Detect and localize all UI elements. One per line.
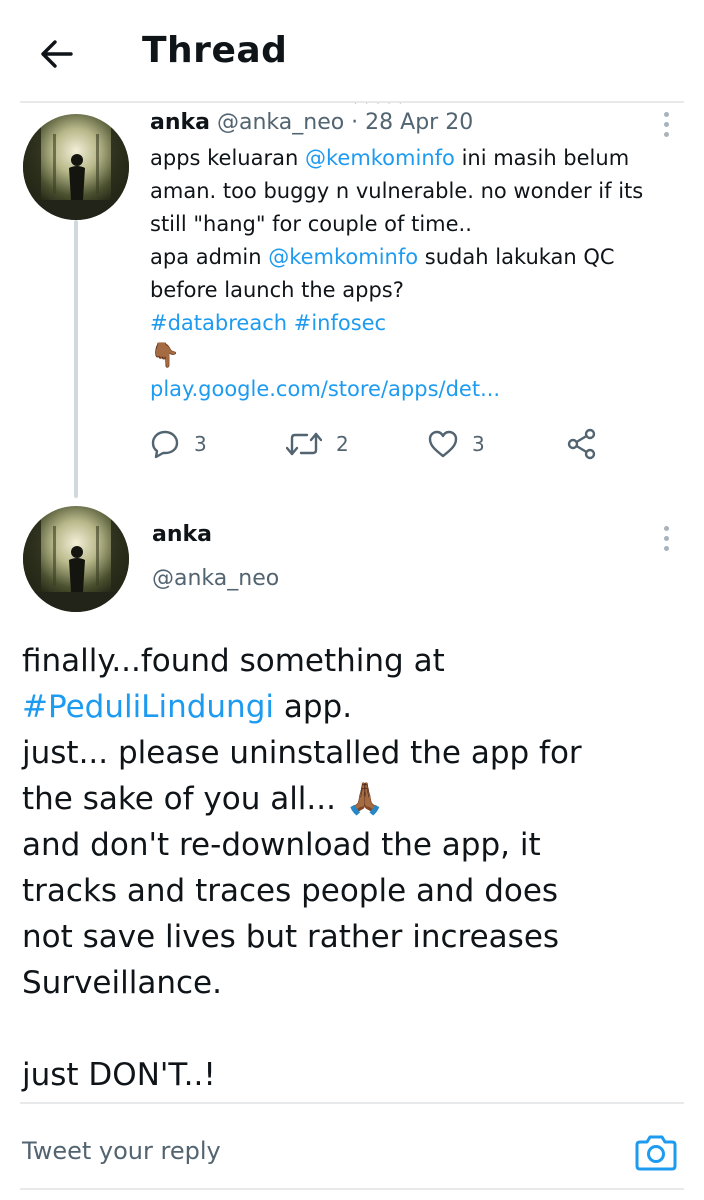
more-options-button[interactable] xyxy=(651,104,681,144)
tweet-text-segment: apa admin xyxy=(150,245,269,269)
tweet-line: aman. too buggy n vulnerable. no wonder … xyxy=(150,175,670,208)
like-button[interactable]: 3 xyxy=(428,422,485,466)
tweet-text-segment: ini masih belum xyxy=(454,146,630,170)
author-handle[interactable]: @anka_neo xyxy=(152,566,279,591)
tweet-text-segment: before launch the apps? xyxy=(150,278,404,302)
heart-icon xyxy=(428,430,458,458)
arrow-left-icon xyxy=(41,40,73,68)
camera-button[interactable] xyxy=(632,1128,680,1176)
retweet-button[interactable]: 2 xyxy=(286,422,349,466)
tweet-text-segment: still "hang" for couple of time.. xyxy=(150,212,472,236)
tweet-line: apps keluaran @kemkominfo ini masih belu… xyxy=(150,142,670,175)
more-options-button[interactable] xyxy=(651,518,681,558)
pointing-down-emoji: 👇🏾 xyxy=(150,341,180,369)
tweet-line: before launch the apps? xyxy=(150,274,670,307)
tweet-text-segment: finally...found something at xyxy=(22,643,445,679)
tweet-line: just DON'T..! xyxy=(22,1052,692,1098)
back-button[interactable] xyxy=(36,34,76,74)
tweet-text-segment: and don't re-download the app, it xyxy=(22,827,541,863)
top-bar: Thread xyxy=(0,0,704,104)
tweet-text-segment: app. xyxy=(273,689,353,725)
mention-link[interactable]: @kemkominfo xyxy=(268,245,418,269)
avatar[interactable] xyxy=(23,506,129,612)
tweet-text-segment: aman. too buggy n vulnerable. no wonder … xyxy=(150,179,644,203)
share-button[interactable] xyxy=(566,422,598,466)
tweet-line: and don't re-download the app, it xyxy=(22,822,692,868)
tweet-line: finally...found something at xyxy=(22,638,692,684)
tweet-line: #PeduliLindungi app. xyxy=(22,684,692,730)
more-dots-icon xyxy=(663,111,669,117)
tweet-text-main: finally...found something at #PeduliLindu… xyxy=(22,638,692,1098)
scroll-hint-dots: ····· xyxy=(354,99,410,110)
reply-icon xyxy=(151,430,179,459)
tweet-line: #databreach #infosec xyxy=(150,307,670,340)
tweet-text-segment: Surveillance. xyxy=(22,965,222,1001)
url-link[interactable]: play.google.com/store/apps/det... xyxy=(150,377,500,401)
author-name[interactable]: anka xyxy=(150,110,210,135)
reply-input[interactable]: Tweet your reply xyxy=(22,1124,582,1178)
meta-separator: · xyxy=(344,110,366,135)
camera-icon xyxy=(635,1135,677,1171)
tweet-line: Surveillance. xyxy=(22,960,692,1006)
tweet-line: apa admin @kemkominfo sudah lakukan QC xyxy=(150,241,670,274)
retweet-count: 2 xyxy=(336,432,349,456)
tweet-line xyxy=(22,1006,692,1052)
tweet-text-segment: sudah lakukan QC xyxy=(418,245,615,269)
page-title: Thread xyxy=(142,30,288,71)
reply-button[interactable]: 3 xyxy=(150,422,207,466)
tweet-text: apps keluaran @kemkominfo ini masih belu… xyxy=(150,142,670,406)
header-divider xyxy=(20,101,684,103)
like-count: 3 xyxy=(472,432,485,456)
author-name[interactable]: anka xyxy=(152,522,212,547)
mention-link[interactable]: @kemkominfo xyxy=(305,146,455,170)
tweet-text-segment: just... please uninstalled the app for xyxy=(22,735,582,771)
hashtag-link[interactable]: #databreach #infosec xyxy=(150,311,386,335)
tweet-line: still "hang" for couple of time.. xyxy=(150,208,670,241)
share-icon xyxy=(567,428,596,460)
tweet-text-segment: not save lives but rather increases xyxy=(22,919,560,955)
bottom-divider xyxy=(20,1188,684,1190)
tweet-text-segment: just DON'T..! xyxy=(22,1057,216,1093)
tweet-text-segment: apps keluaran xyxy=(150,146,305,170)
tweet-date[interactable]: 28 Apr 20 xyxy=(365,110,473,135)
tweet-line: play.google.com/store/apps/det... xyxy=(150,373,670,406)
avatar[interactable] xyxy=(23,114,129,220)
author-handle[interactable]: @anka_neo xyxy=(217,110,344,135)
more-dots-icon xyxy=(663,525,669,531)
tweet-text-segment: tracks and traces people and does xyxy=(22,873,559,909)
tweet-line: not save lives but rather increases xyxy=(22,914,692,960)
tweet-line: 👇🏾 xyxy=(150,340,670,373)
thread-connector-line xyxy=(74,220,78,498)
reply-count: 3 xyxy=(194,432,207,456)
tweet-line: the sake of you all... 🙏🏾 xyxy=(22,776,692,822)
tweet-line: just... please uninstalled the app for xyxy=(22,730,692,776)
tweet-header: anka @anka_neo · 28 Apr 20 xyxy=(150,110,473,135)
hashtag-link[interactable]: #PeduliLindungi xyxy=(22,689,274,725)
tweet-line: tracks and traces people and does xyxy=(22,868,692,914)
tweet-actions: 3 2 3 xyxy=(150,422,620,466)
tweet-text-segment: the sake of you all... 🙏🏾 xyxy=(22,781,385,817)
retweet-icon xyxy=(286,432,322,456)
